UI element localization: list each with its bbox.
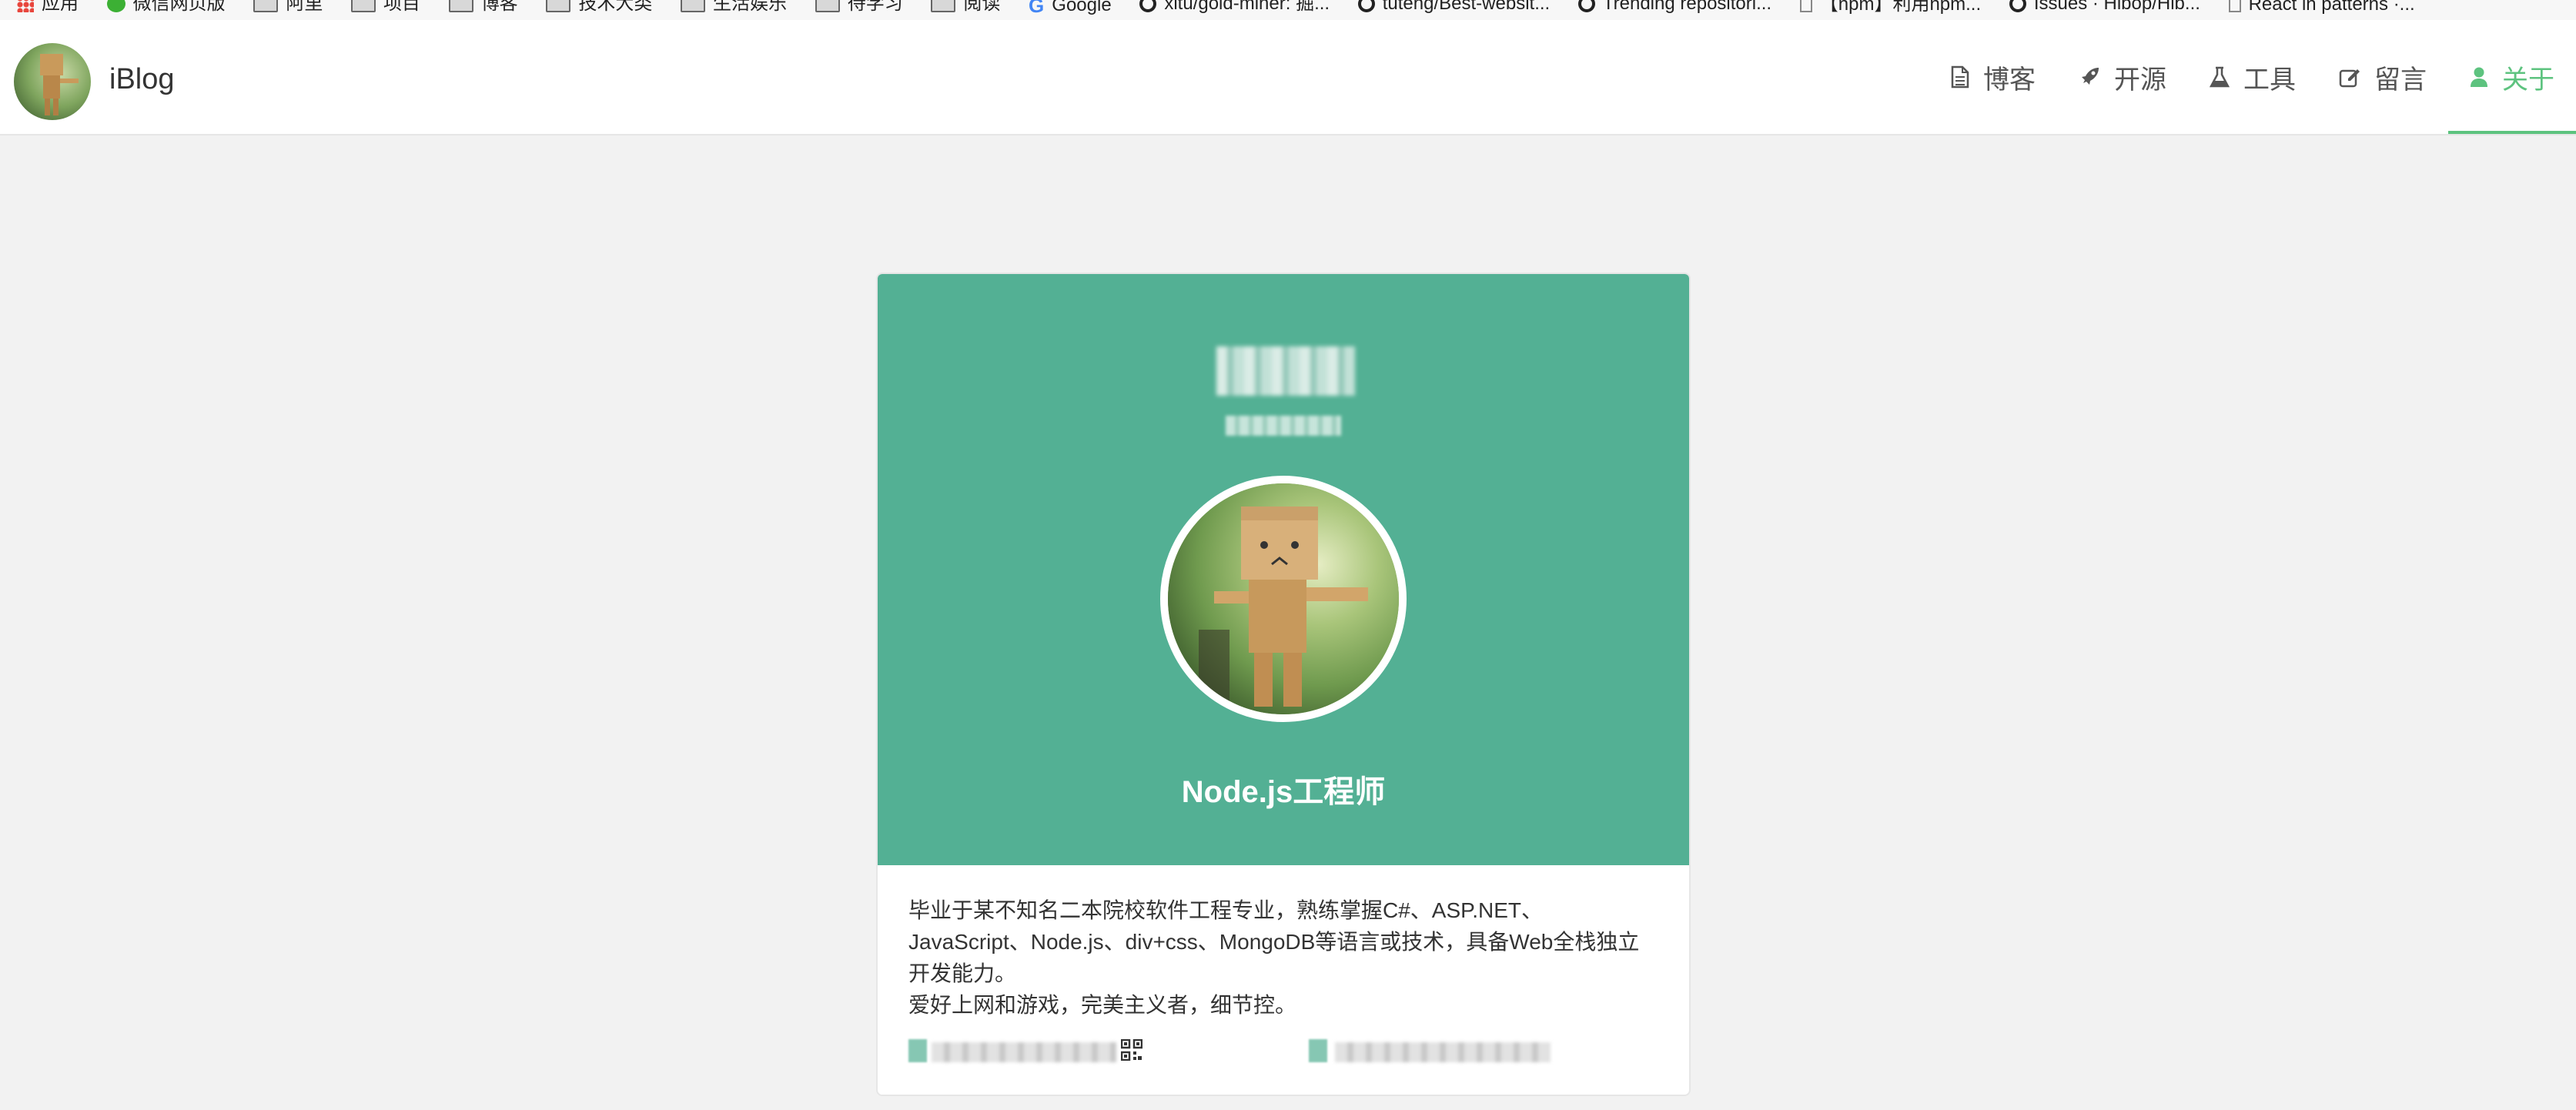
bookmark-best-websites[interactable]: tuteng/Best-websit... — [1357, 0, 1550, 13]
nav-opensource[interactable]: 开源 — [2057, 20, 2188, 134]
blurred-contact-1[interactable] — [932, 1042, 1116, 1062]
page-icon — [1799, 0, 1812, 12]
bio-hobbies: 爱好上网和游戏，完美主义者，细节控。 — [908, 993, 1297, 1017]
bookmark-folder-tolearn[interactable]: 待学习 — [815, 0, 903, 13]
flask-icon — [2210, 66, 2230, 88]
folder-icon — [351, 0, 376, 12]
profile-avatar — [1160, 476, 1407, 722]
folder-icon — [448, 0, 473, 12]
bookmark-npm[interactable]: 【npm】利用npm... — [1799, 0, 1981, 14]
bookmarks-bar: 应用 微信网页版 阿里 项目 博客 技术大类 生活娱乐 待学习 阅读 G Goog… — [0, 0, 2576, 20]
apps-grid-icon — [17, 0, 34, 12]
rocket-icon — [2082, 68, 2099, 85]
bookmark-folder-projects[interactable]: 项目 — [351, 0, 420, 13]
bookmark-folder-reading[interactable]: 阅读 — [931, 0, 1000, 13]
bookmark-react-patterns[interactable]: React in patterns ·... — [2228, 0, 2415, 14]
profile-role: Node.js工程师 — [1181, 775, 1386, 809]
main-nav: 博客 开源 工具 留言 关于 — [1929, 20, 2576, 134]
edit-icon — [2339, 69, 2360, 88]
user-icon — [2471, 67, 2487, 87]
bookmark-gold-miner[interactable]: xitu/gold-miner: 掘... — [1139, 0, 1330, 13]
wechat-icon — [106, 0, 125, 12]
site-header: iBlog 博客 开源 工具 留言 关于 — [0, 20, 2576, 135]
github-icon — [1577, 0, 1595, 12]
contact-links — [908, 1035, 1658, 1081]
github-icon — [1139, 0, 1157, 12]
nav-tools[interactable]: 工具 — [2188, 20, 2317, 134]
profile-card: Node.js工程师 毕业于某不知名二本院校软件工程专业，熟练掌握C#、ASP.… — [876, 272, 1691, 1096]
nav-blog[interactable]: 博客 — [1929, 20, 2057, 134]
bookmark-wechat[interactable]: 微信网页版 — [106, 0, 226, 13]
folder-icon — [546, 0, 571, 12]
bio-paragraph: 毕业于某不知名二本院校软件工程专业，熟练掌握C#、ASP.NET、JavaScr… — [908, 898, 1640, 985]
brand-name[interactable]: iBlog — [109, 63, 175, 96]
email-contact-icon — [1309, 1039, 1327, 1062]
bookmark-folder-blog[interactable]: 博客 — [448, 0, 518, 13]
folder-icon — [681, 0, 706, 12]
blurred-subtitle — [1226, 416, 1341, 436]
profile-card-header: Node.js工程师 — [878, 274, 1689, 865]
github-icon — [1357, 0, 1375, 12]
blurred-contact-2[interactable] — [1335, 1042, 1551, 1062]
folder-icon — [931, 0, 956, 12]
blurred-name — [1216, 346, 1355, 396]
wechat-contact-icon — [908, 1039, 927, 1062]
folder-icon — [815, 0, 840, 12]
profile-bio: 毕业于某不知名二本院校软件工程专业，熟练掌握C#、ASP.NET、JavaScr… — [878, 865, 1689, 1081]
qrcode-icon[interactable] — [1121, 1039, 1142, 1061]
logo-avatar[interactable] — [14, 43, 91, 120]
bookmark-issues[interactable]: Issues · Hibop/Hib... — [2009, 0, 2200, 13]
page-icon — [2228, 0, 2241, 12]
nav-guestbook[interactable]: 留言 — [2317, 20, 2448, 134]
bookmark-trending[interactable]: Trending repositori... — [1577, 0, 1771, 13]
google-icon: G — [1029, 0, 1045, 17]
file-text-icon — [1951, 65, 1969, 89]
nav-about[interactable]: 关于 — [2448, 20, 2576, 134]
bookmark-folder-life[interactable]: 生活娱乐 — [681, 0, 787, 13]
folder-icon — [253, 0, 279, 12]
bookmark-folder-ali[interactable]: 阿里 — [253, 0, 323, 13]
bookmark-folder-tech[interactable]: 技术大类 — [546, 0, 652, 13]
bookmark-apps[interactable]: 应用 — [17, 0, 79, 13]
github-icon — [2009, 0, 2026, 12]
bookmark-google[interactable]: G Google — [1029, 0, 1112, 17]
